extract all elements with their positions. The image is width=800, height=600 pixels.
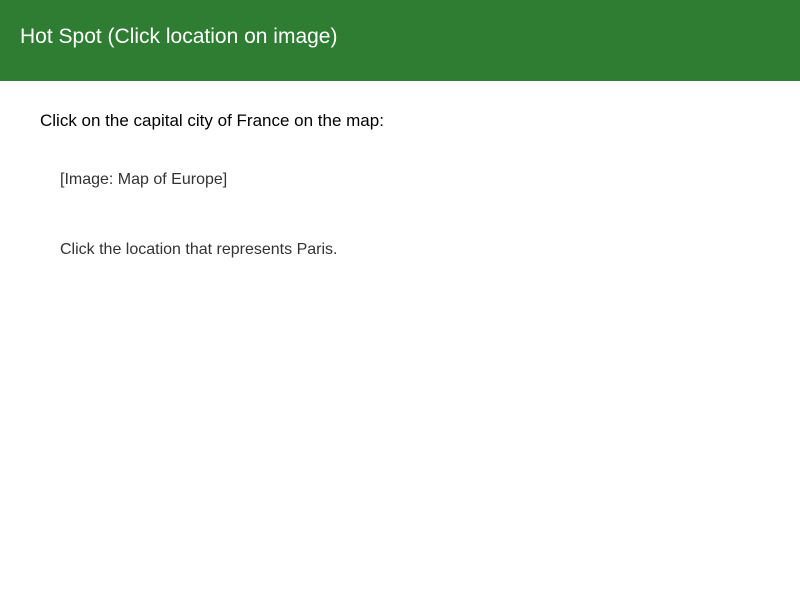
question-prompt: Click on the capital city of France on t… (40, 111, 384, 130)
page-title: Hot Spot (Click location on image) (20, 25, 338, 48)
header-bar: Hot Spot (Click location on image) (0, 0, 800, 81)
instruction-text: Click the location that represents Paris… (60, 241, 338, 258)
map-image-hotspot[interactable]: [Image: Map of Europe] (60, 170, 227, 189)
